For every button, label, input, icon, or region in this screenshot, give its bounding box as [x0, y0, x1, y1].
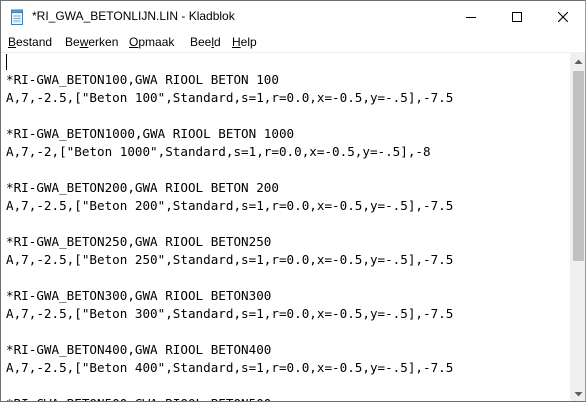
text-line: *RI-GWA_BETON1000,GWA RIOOL BETON 1000	[6, 126, 295, 141]
minimize-icon	[466, 16, 476, 18]
scrollbar-thumb[interactable]	[573, 71, 584, 261]
text-line: *RI-GWA_BETON500,GWA RIOOL BETON500	[6, 395, 271, 401]
text-line: A,7,-2.5,["Beton 300",Standard,s=1,r=0.0…	[6, 306, 454, 321]
scroll-down-arrow-icon	[574, 391, 583, 396]
vertical-scrollbar[interactable]	[570, 53, 585, 401]
maximize-icon	[512, 11, 522, 22]
menu-bestand[interactable]: Bestand	[8, 35, 52, 49]
scroll-down-button[interactable]	[570, 385, 585, 401]
text-line: *RI-GWA_BETON200,GWA RIOOL BETON 200	[6, 180, 279, 195]
text-line: *RI-GWA_BETON400,GWA RIOOL BETON400	[6, 342, 272, 357]
text-line: A,7,-2.5,["Beton 400",Standard,s=1,r=0.0…	[6, 360, 454, 375]
close-button[interactable]	[540, 1, 585, 32]
scroll-up-arrow-icon	[574, 59, 583, 64]
text-line: A,7,-2,["Beton 1000",Standard,s=1,r=0.0,…	[6, 144, 431, 159]
text-line: A,7,-2.5,["Beton 200",Standard,s=1,r=0.0…	[6, 198, 454, 213]
notepad-window: *RI_GWA_BETONLIJN.LIN - Kladblok Bestand…	[0, 0, 586, 402]
scroll-up-button[interactable]	[570, 53, 585, 70]
menu-opmaak[interactable]: Opmaak	[129, 35, 174, 49]
text-line: *RI-GWA_BETON100,GWA RIOOL BETON 100	[6, 72, 279, 87]
minimize-button[interactable]	[448, 1, 494, 32]
maximize-button[interactable]	[494, 1, 540, 32]
menu-bar: Bestand Bewerken Opmaak Beeld Help	[1, 32, 585, 53]
close-icon	[558, 11, 568, 22]
text-editor-area[interactable]: *RI-GWA_BETON100,GWA RIOOL BETON 100 A,7,…	[1, 53, 570, 401]
text-line: *RI-GWA_BETON250,GWA RIOOL BETON250	[6, 234, 272, 249]
menu-beeld[interactable]: Beeld	[190, 35, 221, 49]
menu-bewerken[interactable]: Bewerken	[65, 35, 118, 49]
text-line: *RI-GWA_BETON300,GWA RIOOL BETON300	[6, 288, 272, 303]
text-line: A,7,-2.5,["Beton 100",Standard,s=1,r=0.0…	[6, 90, 454, 105]
text-line: A,7,-2.5,["Beton 250",Standard,s=1,r=0.0…	[6, 252, 454, 267]
notepad-app-icon	[11, 9, 23, 25]
title-bar[interactable]: *RI_GWA_BETONLIJN.LIN - Kladblok	[1, 1, 585, 32]
text-caret	[6, 54, 7, 70]
menu-help[interactable]: Help	[232, 35, 257, 49]
window-title: *RI_GWA_BETONLIJN.LIN - Kladblok	[32, 9, 235, 23]
